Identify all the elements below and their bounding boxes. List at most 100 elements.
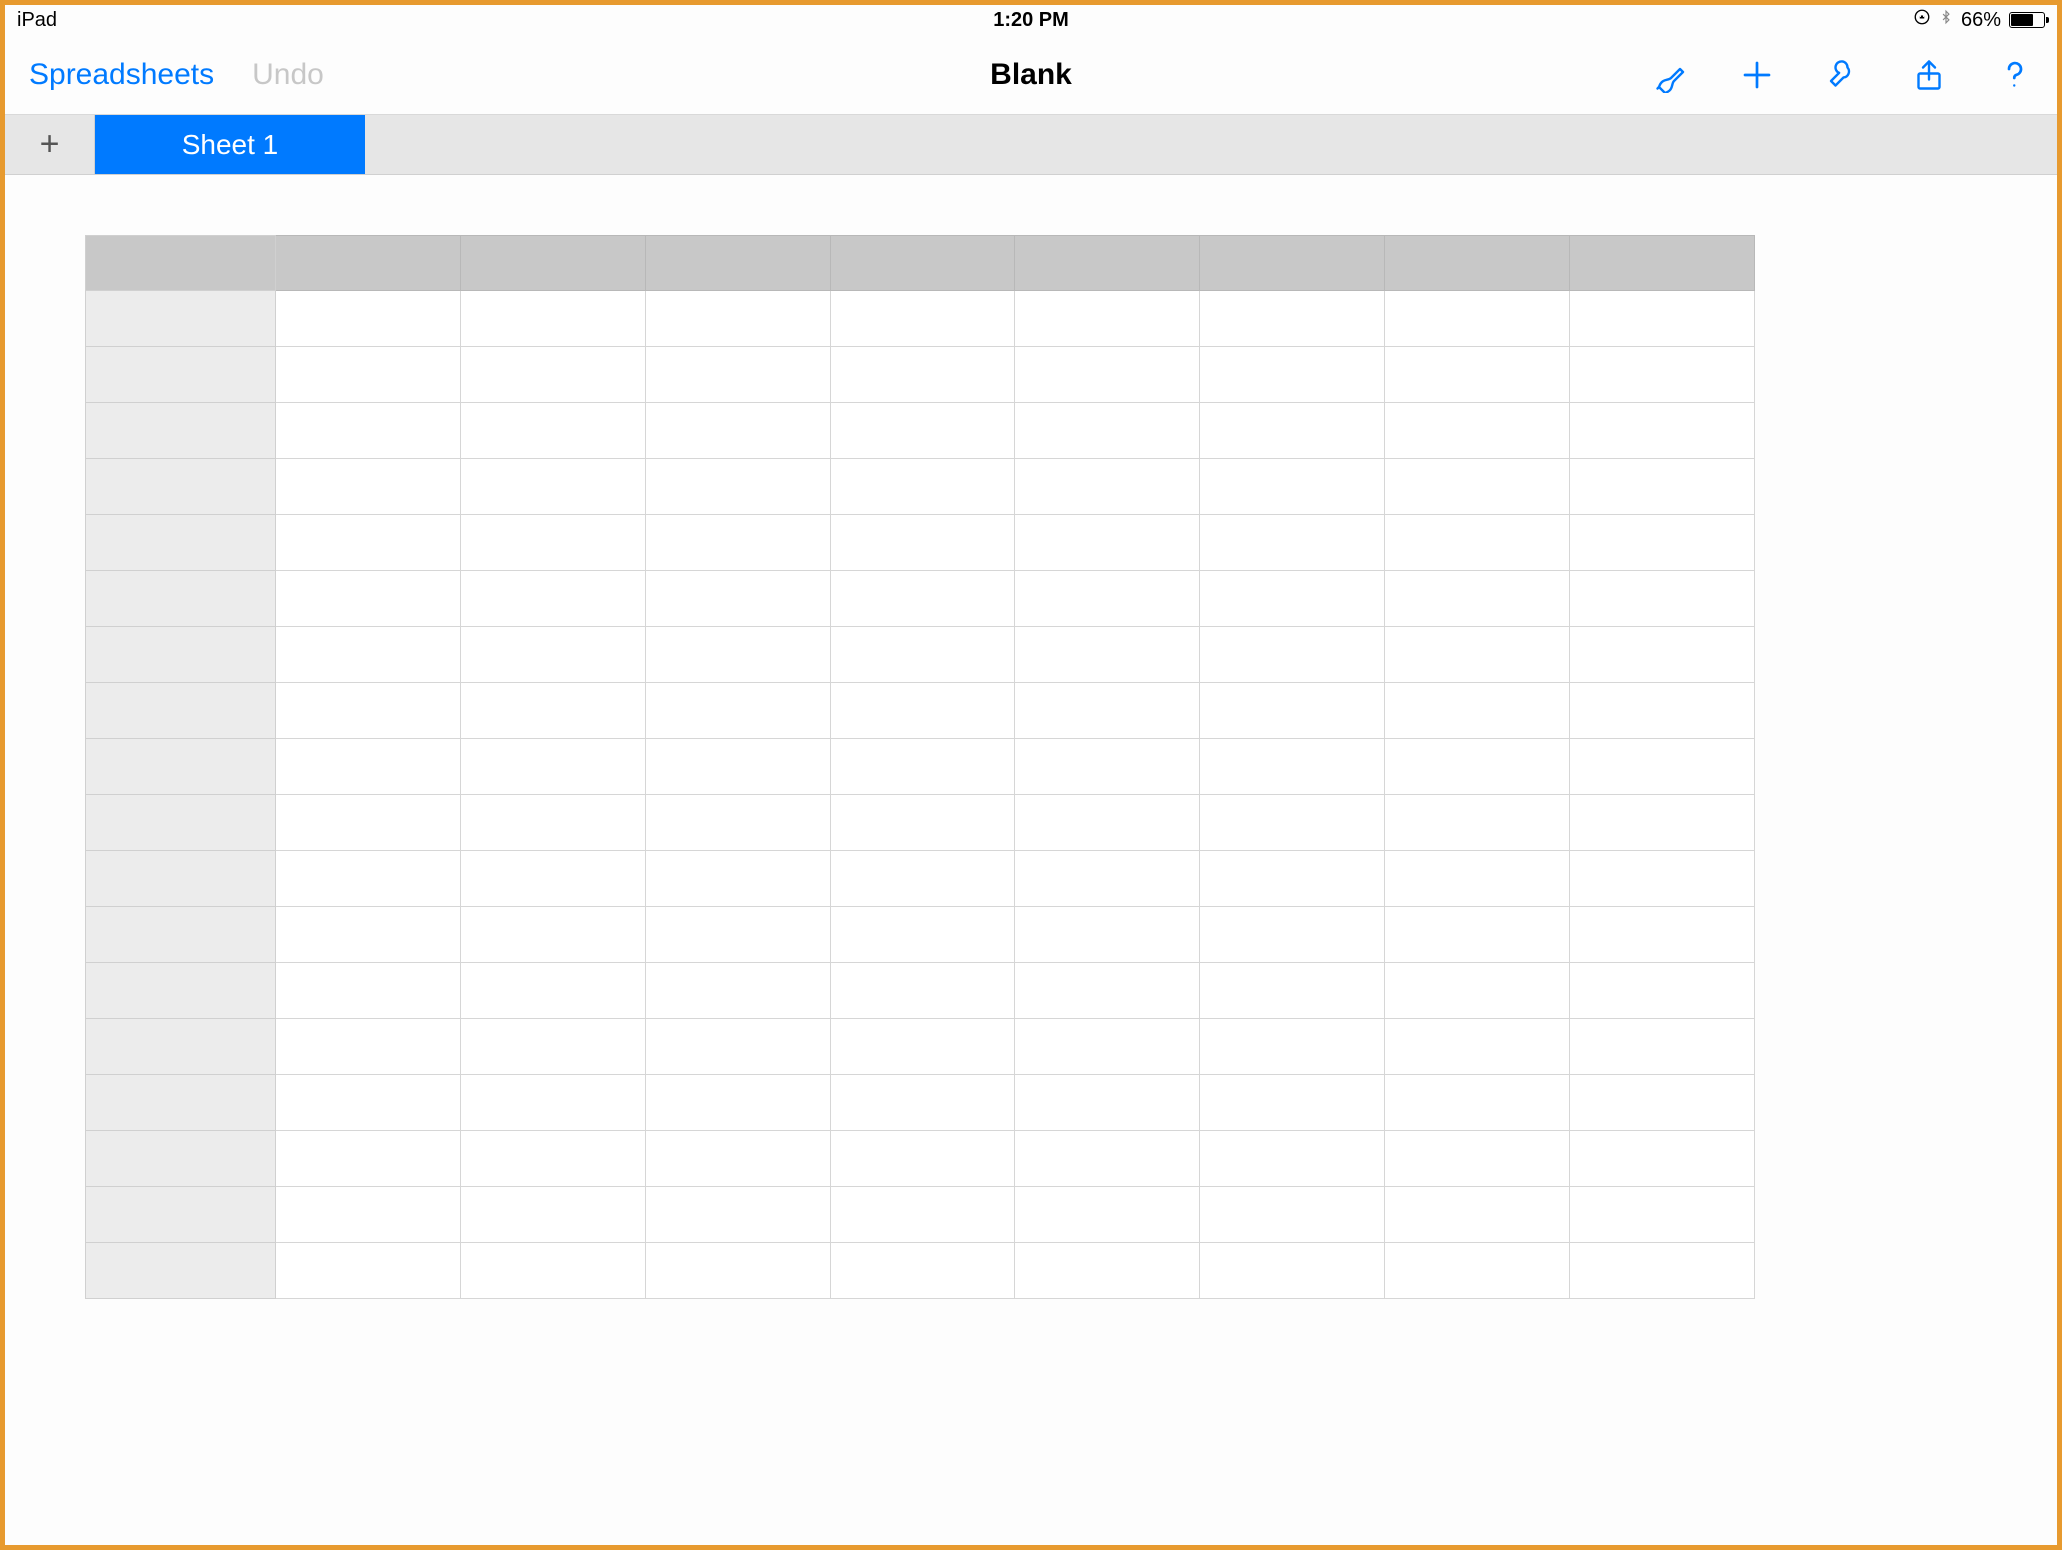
cell[interactable]	[460, 907, 645, 963]
row-header[interactable]	[86, 571, 276, 627]
cell[interactable]	[1570, 739, 1755, 795]
cell[interactable]	[830, 1019, 1015, 1075]
cell[interactable]	[460, 1075, 645, 1131]
cell[interactable]	[275, 515, 460, 571]
cell[interactable]	[1385, 291, 1570, 347]
cell[interactable]	[1200, 515, 1385, 571]
cell[interactable]	[1200, 963, 1385, 1019]
cell[interactable]	[1385, 459, 1570, 515]
cell[interactable]	[275, 1019, 460, 1075]
cell[interactable]	[645, 627, 830, 683]
cell[interactable]	[1385, 1187, 1570, 1243]
cell[interactable]	[1385, 1075, 1570, 1131]
cell[interactable]	[830, 851, 1015, 907]
column-header[interactable]	[1570, 236, 1755, 291]
cell[interactable]	[1200, 1075, 1385, 1131]
row-header[interactable]	[86, 963, 276, 1019]
cell[interactable]	[275, 795, 460, 851]
cell[interactable]	[1385, 1019, 1570, 1075]
cell[interactable]	[1385, 739, 1570, 795]
cell[interactable]	[830, 739, 1015, 795]
row-header[interactable]	[86, 459, 276, 515]
cell[interactable]	[830, 403, 1015, 459]
cell[interactable]	[1015, 963, 1200, 1019]
cell[interactable]	[460, 459, 645, 515]
cell[interactable]	[1570, 515, 1755, 571]
cell[interactable]	[460, 1019, 645, 1075]
cell[interactable]	[830, 291, 1015, 347]
cell[interactable]	[1015, 1075, 1200, 1131]
cell[interactable]	[1570, 347, 1755, 403]
add-sheet-button[interactable]: +	[5, 115, 95, 174]
back-button[interactable]: Spreadsheets	[29, 58, 214, 92]
row-header[interactable]	[86, 1187, 276, 1243]
spreadsheet-grid[interactable]	[85, 235, 1755, 1299]
row-header[interactable]	[86, 627, 276, 683]
cell[interactable]	[645, 1075, 830, 1131]
cell[interactable]	[830, 1243, 1015, 1299]
cell[interactable]	[1200, 403, 1385, 459]
cell[interactable]	[275, 291, 460, 347]
cell[interactable]	[1570, 1243, 1755, 1299]
cell[interactable]	[1200, 907, 1385, 963]
cell[interactable]	[645, 1019, 830, 1075]
cell[interactable]	[830, 683, 1015, 739]
cell[interactable]	[275, 1075, 460, 1131]
cell[interactable]	[645, 291, 830, 347]
cell[interactable]	[645, 459, 830, 515]
cell[interactable]	[1200, 795, 1385, 851]
format-brush-icon[interactable]	[1653, 57, 1689, 93]
cell[interactable]	[1385, 907, 1570, 963]
cell[interactable]	[1015, 1131, 1200, 1187]
cell[interactable]	[830, 1131, 1015, 1187]
cell[interactable]	[460, 851, 645, 907]
cell[interactable]	[1385, 683, 1570, 739]
column-header[interactable]	[275, 236, 460, 291]
cell[interactable]	[830, 515, 1015, 571]
row-header[interactable]	[86, 1075, 276, 1131]
cell[interactable]	[645, 739, 830, 795]
cell[interactable]	[645, 851, 830, 907]
cell[interactable]	[1015, 851, 1200, 907]
cell[interactable]	[460, 627, 645, 683]
cell[interactable]	[645, 795, 830, 851]
corner-cell[interactable]	[86, 236, 276, 291]
cell[interactable]	[1015, 795, 1200, 851]
cell[interactable]	[1570, 291, 1755, 347]
cell[interactable]	[1570, 1019, 1755, 1075]
cell[interactable]	[275, 347, 460, 403]
cell[interactable]	[1570, 907, 1755, 963]
cell[interactable]	[1570, 683, 1755, 739]
cell[interactable]	[1385, 403, 1570, 459]
cell[interactable]	[830, 907, 1015, 963]
sheet-tab-1[interactable]: Sheet 1	[95, 115, 365, 174]
column-header[interactable]	[830, 236, 1015, 291]
cell[interactable]	[1570, 1131, 1755, 1187]
column-header[interactable]	[1200, 236, 1385, 291]
cell[interactable]	[460, 683, 645, 739]
row-header[interactable]	[86, 907, 276, 963]
cell[interactable]	[1570, 403, 1755, 459]
cell[interactable]	[830, 571, 1015, 627]
cell[interactable]	[1200, 739, 1385, 795]
cell[interactable]	[275, 739, 460, 795]
cell[interactable]	[830, 347, 1015, 403]
cell[interactable]	[275, 1243, 460, 1299]
cell[interactable]	[1385, 347, 1570, 403]
cell[interactable]	[460, 347, 645, 403]
cell[interactable]	[275, 571, 460, 627]
cell[interactable]	[275, 1131, 460, 1187]
row-header[interactable]	[86, 739, 276, 795]
cell[interactable]	[645, 683, 830, 739]
cell[interactable]	[1200, 347, 1385, 403]
help-icon[interactable]	[1997, 57, 2033, 93]
cell[interactable]	[1570, 1075, 1755, 1131]
cell[interactable]	[645, 907, 830, 963]
add-icon[interactable]	[1739, 57, 1775, 93]
cell[interactable]	[1570, 459, 1755, 515]
cell[interactable]	[830, 963, 1015, 1019]
cell[interactable]	[460, 515, 645, 571]
row-header[interactable]	[86, 403, 276, 459]
row-header[interactable]	[86, 291, 276, 347]
cell[interactable]	[830, 1187, 1015, 1243]
